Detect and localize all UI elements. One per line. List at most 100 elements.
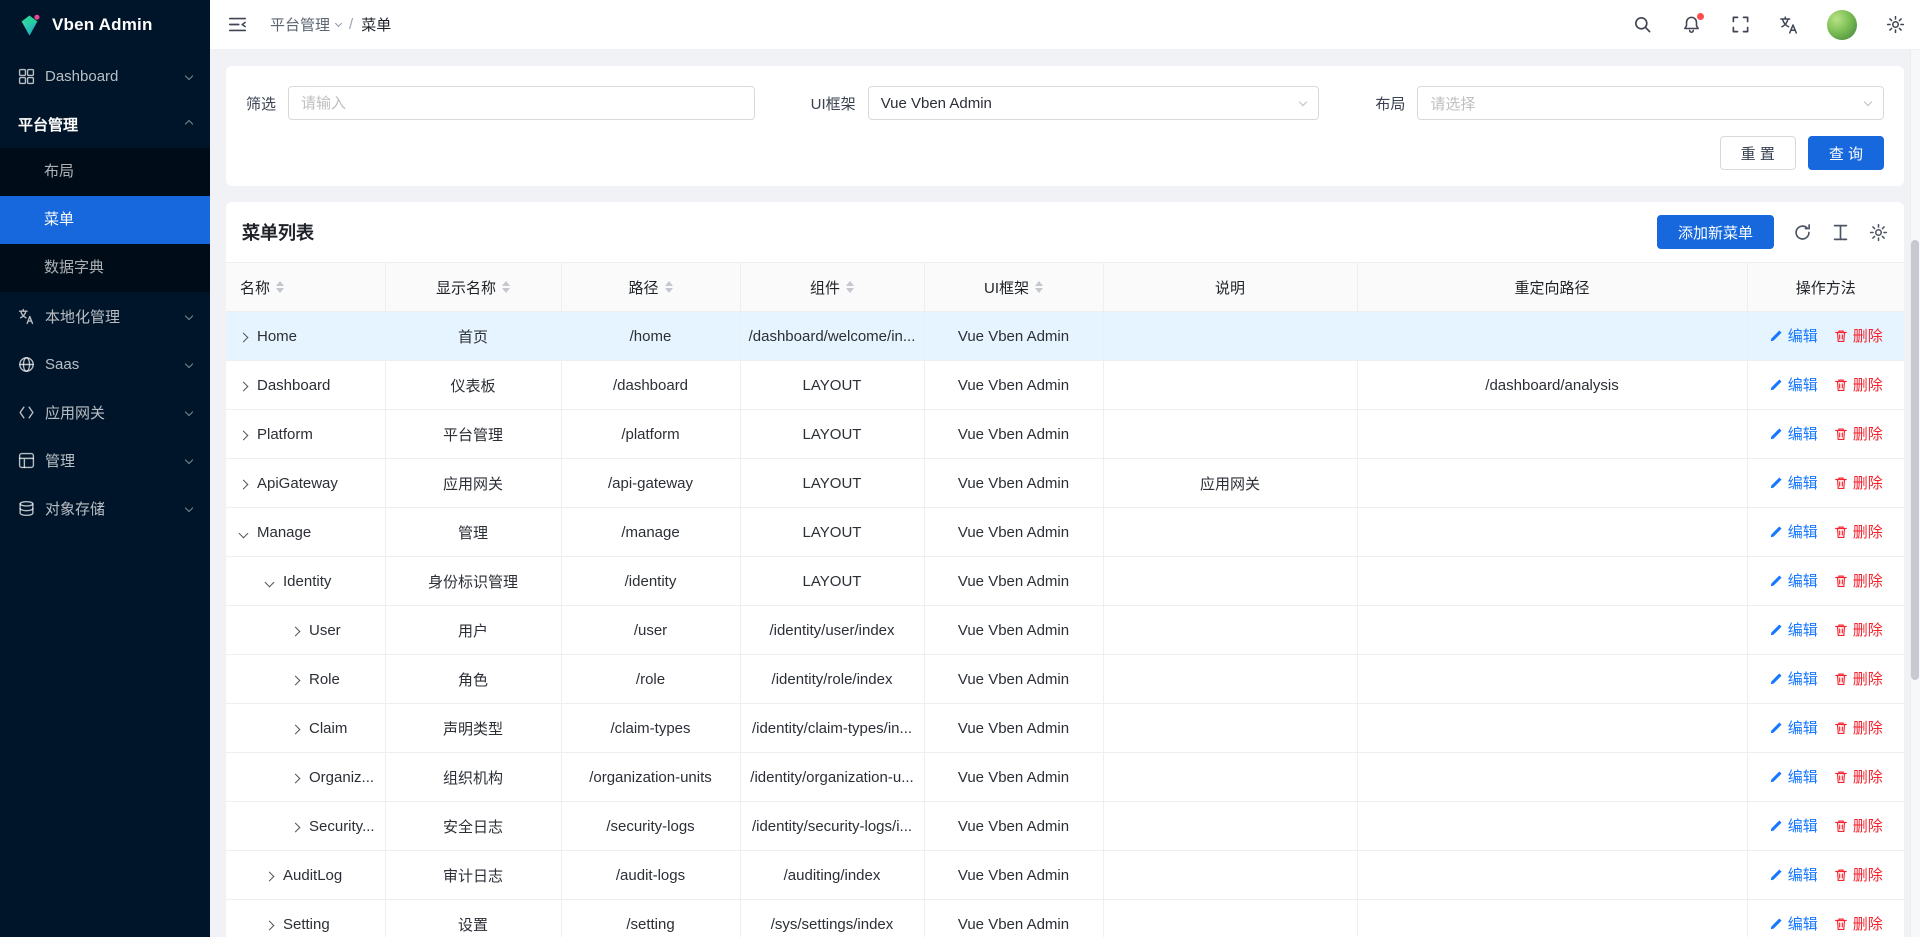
sidebar-item[interactable]: 平台管理	[0, 100, 210, 148]
edit-button[interactable]: 编辑	[1769, 766, 1818, 787]
delete-button[interactable]: 删除	[1834, 570, 1883, 591]
cell-name: Dashboard	[226, 361, 385, 410]
column-header[interactable]: 组件	[740, 263, 924, 312]
edit-button[interactable]: 编辑	[1769, 668, 1818, 689]
cell-description	[1103, 557, 1357, 606]
edit-button[interactable]: 编辑	[1769, 864, 1818, 885]
expand-toggle-icon[interactable]	[239, 430, 249, 440]
delete-button[interactable]: 删除	[1834, 913, 1883, 934]
sidebar-item[interactable]: 应用网关	[0, 388, 210, 436]
column-header[interactable]: 显示名称	[385, 263, 561, 312]
reset-button[interactable]: 重 置	[1720, 136, 1796, 170]
edit-button[interactable]: 编辑	[1769, 325, 1818, 346]
cell-actions: 编辑删除	[1747, 802, 1904, 851]
sidebar-item[interactable]: 本地化管理	[0, 292, 210, 340]
delete-button[interactable]: 删除	[1834, 864, 1883, 885]
edit-button[interactable]: 编辑	[1769, 521, 1818, 542]
cell-name: Manage	[226, 508, 385, 557]
framework-select[interactable]: Vue Vben Admin	[868, 86, 1320, 120]
breadcrumb-parent[interactable]: 平台管理	[270, 14, 341, 35]
delete-button[interactable]: 删除	[1834, 423, 1883, 444]
expand-toggle-icon[interactable]	[265, 871, 275, 881]
sidebar-subitem[interactable]: 菜单	[0, 196, 210, 244]
cell-description	[1103, 753, 1357, 802]
column-header[interactable]: UI框架	[924, 263, 1103, 312]
cell-display-name: 首页	[385, 312, 561, 361]
expand-toggle-icon[interactable]	[239, 381, 249, 391]
table-row: Platform平台管理/platformLAYOUTVue Vben Admi…	[226, 410, 1904, 459]
column-header[interactable]: 路径	[561, 263, 740, 312]
column-header[interactable]: 名称	[226, 263, 385, 312]
cell-path: /role	[561, 655, 740, 704]
cell-actions: 编辑删除	[1747, 312, 1904, 361]
filter-keyword-input[interactable]	[288, 86, 755, 120]
cell-display-name: 组织机构	[385, 753, 561, 802]
column-settings-gear-icon[interactable]	[1869, 223, 1888, 242]
expand-toggle-icon[interactable]	[291, 822, 301, 832]
notification-bell-icon[interactable]	[1680, 14, 1702, 36]
expand-toggle-icon[interactable]	[239, 528, 249, 538]
expand-toggle-icon[interactable]	[265, 577, 275, 587]
expand-toggle-icon[interactable]	[291, 675, 301, 685]
cell-component: LAYOUT	[740, 361, 924, 410]
language-translate-icon[interactable]	[1778, 14, 1800, 36]
edit-button[interactable]: 编辑	[1769, 619, 1818, 640]
cell-description	[1103, 704, 1357, 753]
edit-button[interactable]: 编辑	[1769, 717, 1818, 738]
menu-fold-icon[interactable]	[226, 14, 248, 36]
sidebar-subitem[interactable]: 数据字典	[0, 244, 210, 292]
cell-component: /identity/organization-u...	[740, 753, 924, 802]
sidebar-item-label: 本地化管理	[45, 306, 176, 327]
app-logo[interactable]: Vben Admin	[0, 0, 210, 50]
cell-actions: 编辑删除	[1747, 753, 1904, 802]
edit-button[interactable]: 编辑	[1769, 374, 1818, 395]
sidebar-item[interactable]: 管理	[0, 436, 210, 484]
table-row: Setting设置/setting/sys/settings/indexVue …	[226, 900, 1904, 937]
fullscreen-icon[interactable]	[1729, 14, 1751, 36]
add-menu-button[interactable]: 添加新菜单	[1657, 215, 1774, 249]
edit-button[interactable]: 编辑	[1769, 815, 1818, 836]
expand-toggle-icon[interactable]	[239, 479, 249, 489]
edit-button[interactable]: 编辑	[1769, 423, 1818, 444]
search-icon[interactable]	[1631, 14, 1653, 36]
row-name: Setting	[283, 916, 330, 933]
delete-button[interactable]: 删除	[1834, 325, 1883, 346]
delete-button[interactable]: 删除	[1834, 472, 1883, 493]
delete-button[interactable]: 删除	[1834, 766, 1883, 787]
expand-toggle-icon[interactable]	[291, 724, 301, 734]
sidebar-item[interactable]: Saas	[0, 340, 210, 388]
chevron-down-icon	[185, 72, 193, 80]
sidebar-item-label: 对象存储	[45, 498, 176, 519]
edit-button[interactable]: 编辑	[1769, 472, 1818, 493]
expand-toggle-icon[interactable]	[291, 773, 301, 783]
column-label: 操作方法	[1796, 277, 1856, 298]
sidebar-item[interactable]: Dashboard	[0, 52, 210, 100]
edit-button[interactable]: 编辑	[1769, 913, 1818, 934]
delete-button[interactable]: 删除	[1834, 717, 1883, 738]
refresh-icon[interactable]	[1793, 223, 1812, 242]
cell-framework: Vue Vben Admin	[924, 851, 1103, 900]
column-header: 操作方法	[1747, 263, 1904, 312]
sidebar-subitem[interactable]: 布局	[0, 148, 210, 196]
settings-gear-icon[interactable]	[1884, 14, 1906, 36]
cell-path: /organization-units	[561, 753, 740, 802]
page-scrollbar-thumb[interactable]	[1911, 240, 1919, 680]
expand-toggle-icon[interactable]	[265, 920, 275, 930]
search-button[interactable]: 查 询	[1808, 136, 1884, 170]
user-avatar[interactable]	[1827, 10, 1857, 40]
cell-description	[1103, 361, 1357, 410]
delete-button[interactable]: 删除	[1834, 374, 1883, 395]
delete-button[interactable]: 删除	[1834, 815, 1883, 836]
delete-button[interactable]: 删除	[1834, 619, 1883, 640]
cell-redirect	[1357, 410, 1747, 459]
delete-button[interactable]: 删除	[1834, 668, 1883, 689]
edit-button[interactable]: 编辑	[1769, 570, 1818, 591]
layout-select[interactable]: 请选择	[1417, 86, 1884, 120]
delete-button[interactable]: 删除	[1834, 521, 1883, 542]
row-height-icon[interactable]	[1831, 223, 1850, 242]
sidebar-item[interactable]: 对象存储	[0, 484, 210, 532]
cell-framework: Vue Vben Admin	[924, 655, 1103, 704]
expand-toggle-icon[interactable]	[239, 332, 249, 342]
expand-toggle-icon[interactable]	[291, 626, 301, 636]
chevron-up-icon	[185, 120, 193, 128]
